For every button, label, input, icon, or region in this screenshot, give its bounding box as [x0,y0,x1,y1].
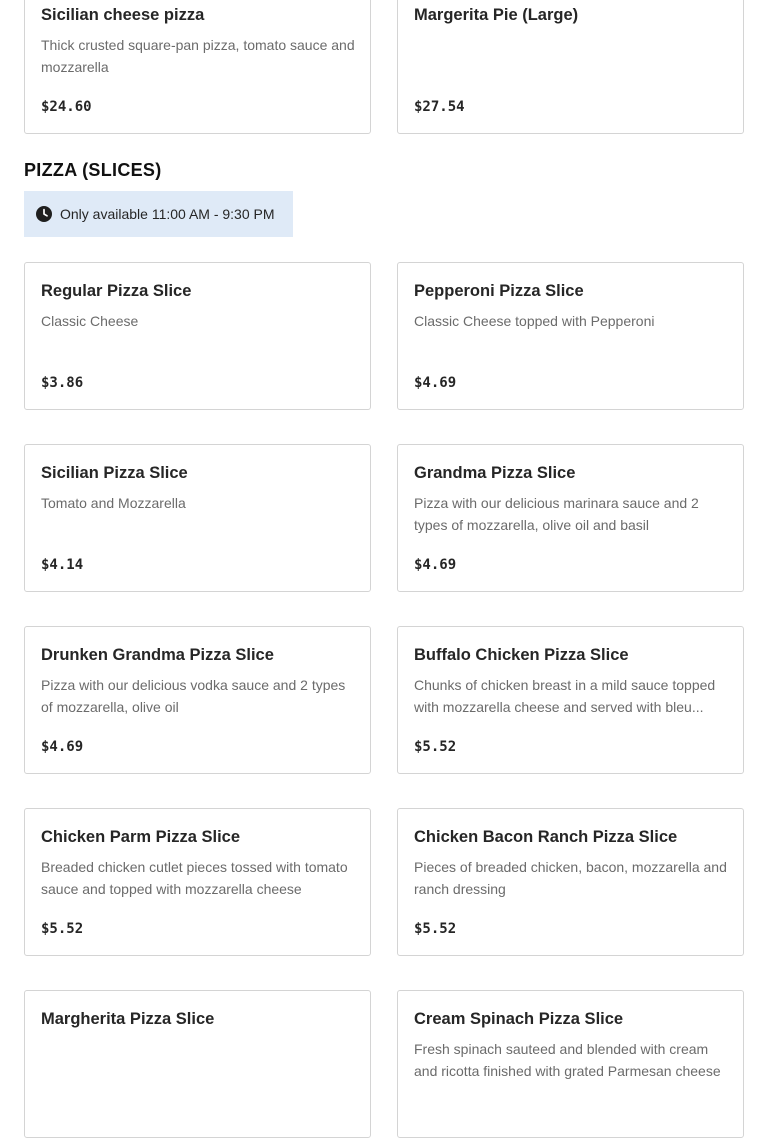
item-description: Tomato and Mozzarella [41,495,186,511]
item-name: Margerita Pie (Large) [414,6,579,24]
menu-item-card[interactable]: Chicken Bacon Ranch Pizza Slice Pieces o… [397,808,744,956]
item-name: Pepperoni Pizza Slice [414,282,584,300]
item-price: $4.69 [41,739,84,755]
item-description: Pizza with our delicious vodka sauce and… [41,677,346,715]
item-name: Regular Pizza Slice [41,282,192,300]
menu-item-card[interactable]: Chicken Parm Pizza Slice Breaded chicken… [24,808,371,956]
menu-item-card[interactable]: Cream Spinach Pizza Slice Fresh spinach … [397,990,744,1138]
item-price: $5.52 [414,739,457,755]
clock-icon [36,206,52,222]
item-description: Pieces of breaded chicken, bacon, mozzar… [414,859,727,897]
item-description: Thick crusted square-pan pizza, tomato s… [41,37,355,75]
item-price: $5.52 [414,921,457,937]
item-description: Pizza with our delicious marinara sauce … [414,495,699,533]
item-description: Chunks of chicken breast in a mild sauce… [414,677,716,715]
item-description: Classic Cheese [41,313,139,329]
item-price: $24.60 [41,99,92,115]
availability-banner: Only available 11:00 AM - 9:30 PM [24,191,293,237]
item-name: Buffalo Chicken Pizza Slice [414,646,629,664]
menu-item-card[interactable]: Sicilian cheese pizza Thick crusted squa… [24,0,371,134]
item-price: $4.14 [41,557,84,573]
menu-item-card[interactable]: Drunken Grandma Pizza Slice Pizza with o… [24,626,371,774]
item-name: Sicilian cheese pizza [41,6,205,24]
menu-item-card[interactable]: Grandma Pizza Slice Pizza with our delic… [397,444,744,592]
menu-item-card[interactable]: Sicilian Pizza Slice Tomato and Mozzarel… [24,444,371,592]
item-description: Fresh spinach sauteed and blended with c… [414,1041,721,1079]
menu-item-card[interactable]: Pepperoni Pizza Slice Classic Cheese top… [397,262,744,410]
section-title: PIZZA (SLICES) [24,160,162,180]
item-price: $4.69 [414,375,457,391]
availability-text: Only available 11:00 AM - 9:30 PM [60,206,275,222]
item-price: $5.52 [41,921,84,937]
item-description: Breaded chicken cutlet pieces tossed wit… [41,859,348,897]
item-description: Classic Cheese topped with Pepperoni [414,313,655,329]
menu-item-card[interactable]: Buffalo Chicken Pizza Slice Chunks of ch… [397,626,744,774]
item-price: $3.86 [41,375,84,391]
item-name: Sicilian Pizza Slice [41,464,188,482]
item-price: $27.54 [414,99,465,115]
item-name: Cream Spinach Pizza Slice [414,1010,624,1028]
menu-item-card[interactable]: Margherita Pizza Slice [24,990,371,1138]
item-name: Drunken Grandma Pizza Slice [41,646,274,664]
item-price: $4.69 [414,557,457,573]
menu-item-card[interactable]: Margerita Pie (Large) $27.54 [397,0,744,134]
item-name: Chicken Bacon Ranch Pizza Slice [414,828,678,846]
menu-item-card[interactable]: Regular Pizza Slice Classic Cheese $3.86 [24,262,371,410]
item-name: Margherita Pizza Slice [41,1010,215,1028]
item-name: Grandma Pizza Slice [414,464,576,482]
item-name: Chicken Parm Pizza Slice [41,828,241,846]
